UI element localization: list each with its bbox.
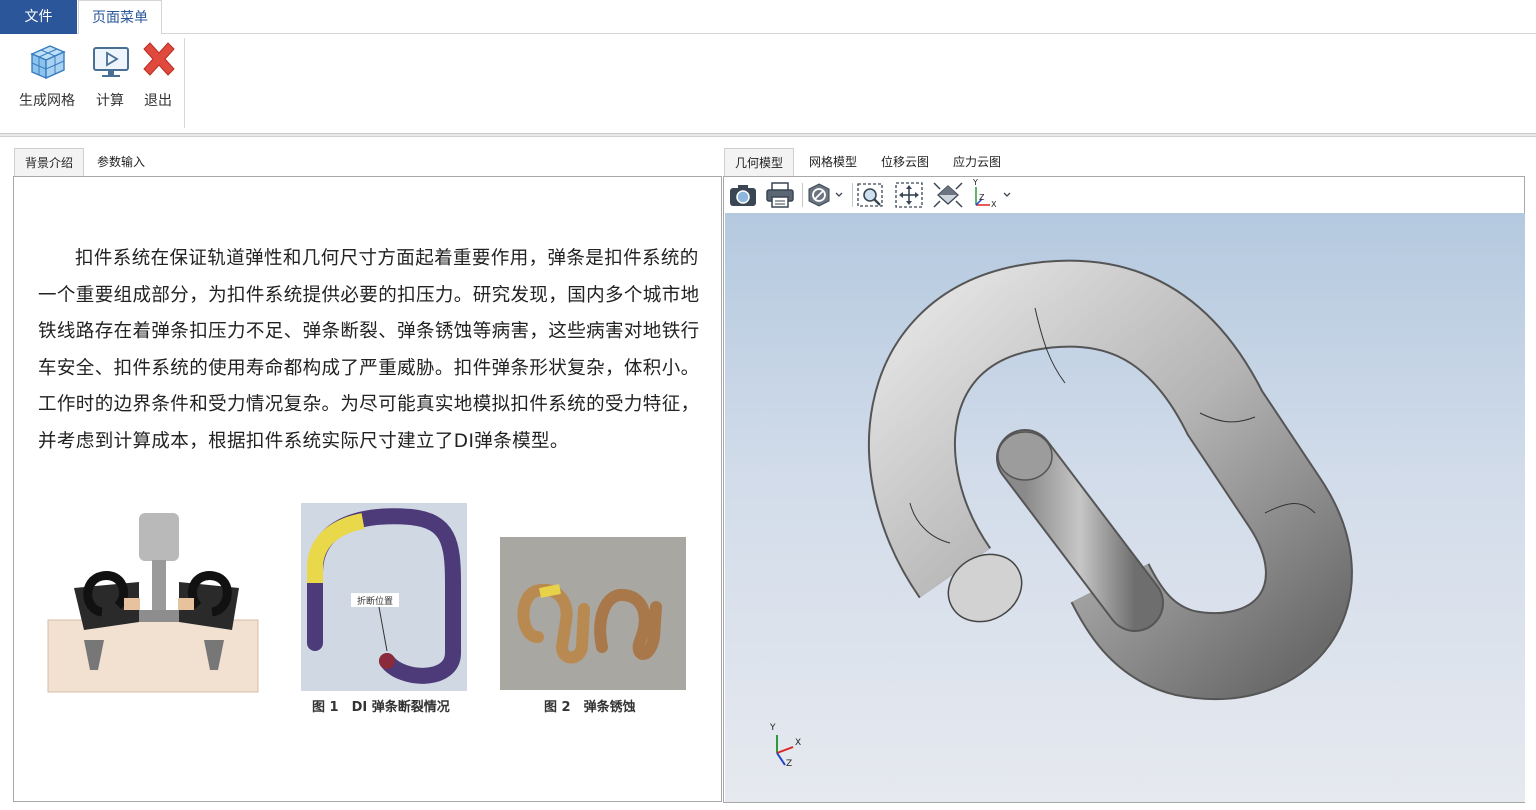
geometry-view-panel: Y Z X Y X Z bbox=[723, 176, 1525, 803]
toolbar-separator bbox=[802, 183, 803, 207]
toolbar-axis-z-label: Z bbox=[979, 193, 985, 202]
ribbon-tab-bar: 文件 页面菜单 bbox=[0, 0, 1536, 35]
ribbon-separator bbox=[184, 38, 185, 128]
display-mode-icon[interactable] bbox=[806, 181, 846, 209]
fit-all-icon[interactable] bbox=[932, 181, 964, 209]
exit-label: 退出 bbox=[144, 93, 172, 109]
generate-mesh-label: 生成网格 bbox=[19, 93, 75, 109]
generate-mesh-button[interactable]: 生成网格 bbox=[16, 40, 78, 110]
zoom-window-icon[interactable] bbox=[856, 181, 886, 209]
ribbon-bottom-border bbox=[0, 134, 1536, 137]
tab-stress-contour[interactable]: 应力云图 bbox=[944, 148, 1010, 177]
background-intro-panel: 扣件系统在保证轨道弹性和几何尺寸方面起着重要作用，弹条是扣件系统的一个重要组成部… bbox=[13, 176, 722, 802]
compute-button[interactable]: 计算 bbox=[90, 40, 130, 110]
toolbar-axis-x-label: X bbox=[991, 200, 997, 209]
tab-mesh-model[interactable]: 网格模型 bbox=[800, 148, 866, 177]
ribbon-body: 生成网格 计算 退出 bbox=[0, 34, 1536, 134]
intro-paragraph: 扣件系统在保证轨道弹性和几何尺寸方面起着重要作用，弹条是扣件系统的一个重要组成部… bbox=[38, 248, 700, 452]
viewer-toolbar: Y Z X bbox=[724, 177, 1524, 213]
toolbar-separator bbox=[852, 183, 853, 207]
monitor-play-icon bbox=[90, 40, 132, 82]
mesh-cube-icon bbox=[26, 40, 68, 82]
triad-z-label: Z bbox=[786, 759, 793, 769]
figure-1-caption: 图 1 DI 弹条断裂情况 bbox=[312, 700, 450, 715]
pan-icon[interactable] bbox=[894, 181, 924, 209]
tab-background-intro[interactable]: 背景介绍 bbox=[14, 148, 84, 177]
broken-clip-photo: 折断位置 bbox=[301, 503, 467, 691]
axis-view-icon[interactable]: Y Z X bbox=[970, 178, 1012, 209]
tab-file[interactable]: 文件 bbox=[0, 0, 77, 34]
triad-y-label: Y bbox=[770, 723, 776, 733]
elastic-clip-model bbox=[776, 259, 1353, 766]
close-x-icon bbox=[138, 40, 180, 82]
camera-icon[interactable] bbox=[728, 181, 758, 209]
tab-geometry-model[interactable]: 几何模型 bbox=[724, 148, 794, 177]
tab-displacement-contour[interactable]: 位移云图 bbox=[872, 148, 938, 177]
break-position-label: 折断位置 bbox=[356, 597, 393, 607]
figure-2-caption: 图 2 弹条锈蚀 bbox=[544, 700, 636, 715]
3d-viewport[interactable]: Y X Z bbox=[725, 213, 1525, 802]
printer-icon[interactable] bbox=[764, 181, 796, 209]
tab-page-menu[interactable]: 页面菜单 bbox=[78, 0, 162, 35]
toolbar-axis-y-label: Y bbox=[973, 178, 978, 187]
tab-parameter-input[interactable]: 参数输入 bbox=[90, 148, 152, 177]
corroded-clips-photo bbox=[500, 537, 686, 690]
compute-label: 计算 bbox=[96, 93, 124, 109]
triad-x-label: X bbox=[795, 738, 802, 748]
fastener-assembly-image bbox=[44, 510, 262, 696]
exit-button[interactable]: 退出 bbox=[138, 40, 178, 110]
